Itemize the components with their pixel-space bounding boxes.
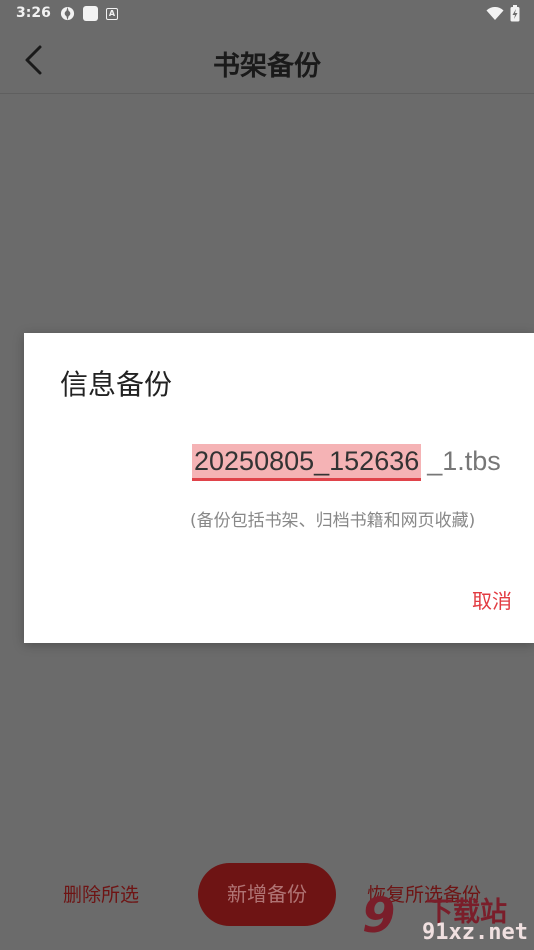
backup-dialog: 信息备份 20250805_152636 _1.tbs (备份包括书架、归档书籍…	[24, 333, 534, 643]
status-bar: 3:26 A	[0, 0, 534, 28]
battery-charging-icon	[510, 5, 520, 22]
dialog-title: 信息备份	[60, 368, 173, 401]
app-bar: 书架备份	[0, 28, 534, 94]
wifi-icon	[486, 6, 504, 20]
filename-suffix: _1.tbs	[427, 446, 501, 476]
square-icon	[83, 6, 98, 21]
status-icons-left: A	[60, 6, 118, 21]
status-icons-right	[486, 5, 520, 22]
status-time: 3:26	[16, 5, 51, 21]
filename-row: 20250805_152636 _1.tbs	[192, 441, 501, 481]
page-title: 书架备份	[213, 51, 321, 82]
watermark-logo: 9	[362, 888, 396, 944]
cancel-button[interactable]: 取消	[472, 585, 512, 614]
dialog-hint: (备份包括书架、归档书籍和网页收藏)	[190, 511, 476, 531]
screen: 3:26 A 书架备份 信息备份 20250805_152636 _1.tbs …	[0, 0, 534, 950]
delete-selected-button[interactable]: 删除所选	[63, 880, 139, 907]
watermark-site: 91xz.net	[422, 920, 528, 945]
a-box-icon: A	[106, 7, 118, 20]
watermark: 9 下载站 91xz.net	[362, 888, 532, 950]
radar-icon	[60, 6, 75, 21]
filename-input[interactable]: 20250805_152636	[192, 444, 422, 481]
add-backup-button[interactable]: 新增备份	[198, 863, 336, 926]
